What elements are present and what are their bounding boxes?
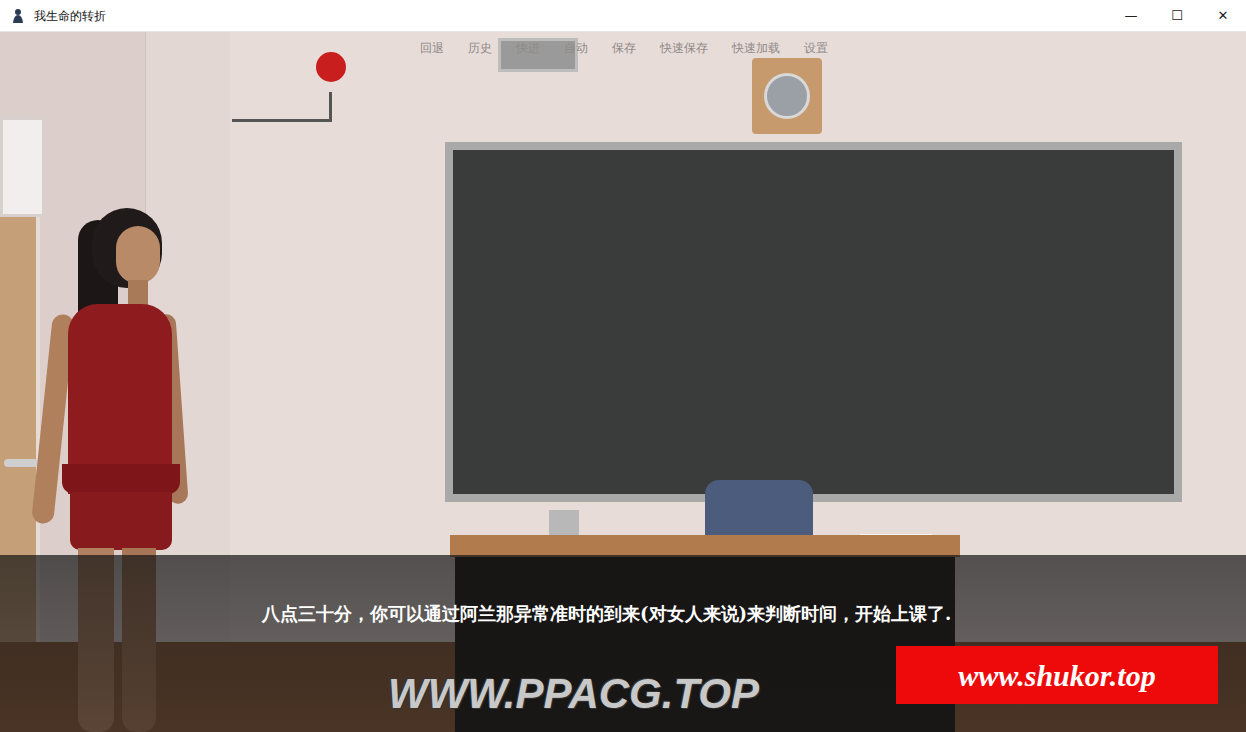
quick-menu-item[interactable]: 快速加载 <box>730 37 782 59</box>
wall-clock <box>752 58 822 134</box>
window-control-button[interactable]: — <box>1108 0 1154 32</box>
quick-menu-item[interactable]: 设置 <box>802 37 830 59</box>
window-control-button[interactable]: ✕ <box>1200 0 1246 32</box>
fire-alarm-pipe <box>232 92 332 122</box>
quick-menu-item[interactable]: 快进 <box>514 37 542 59</box>
quick-menu: 回退历史快进自动保存快速保存快速加载设置 <box>418 37 830 59</box>
quick-menu-item[interactable]: 快速保存 <box>658 37 710 59</box>
character-dress-shorts <box>70 492 172 550</box>
watermark-shukor: www.shukor.top <box>896 646 1218 704</box>
door-handle <box>4 459 38 467</box>
chalkboard <box>445 142 1182 502</box>
quick-menu-item[interactable]: 回退 <box>418 37 446 59</box>
game-window: 我生命的转折—☐✕回退历史快进自动保存快速保存快速加载设置八点三十分，你可以通过… <box>0 0 1246 732</box>
fire-alarm <box>316 52 346 82</box>
title-bar: 我生命的转折 —☐✕ <box>0 0 1246 32</box>
window-control-button[interactable]: ☐ <box>1154 0 1200 32</box>
dialogue-text: 八点三十分，你可以通过阿兰那异常准时的到来(对女人来说)来判断时间，开始上课了. <box>262 599 992 629</box>
quick-menu-item[interactable]: 自动 <box>562 37 590 59</box>
wall-window <box>0 117 45 217</box>
quick-menu-item[interactable]: 保存 <box>610 37 638 59</box>
quick-menu-item[interactable]: 历史 <box>466 37 494 59</box>
teacher-desk-top <box>450 535 960 557</box>
character-dress-peplum <box>62 464 180 494</box>
app-icon <box>10 8 26 24</box>
watermark-ppacg: WWW.PPACG.TOP <box>388 662 759 725</box>
character-head <box>116 226 160 284</box>
window-title: 我生命的转折 <box>34 7 106 25</box>
game-scene: 回退历史快进自动保存快速保存快速加载设置八点三十分，你可以通过阿兰那异常准时的到… <box>0 32 1246 732</box>
